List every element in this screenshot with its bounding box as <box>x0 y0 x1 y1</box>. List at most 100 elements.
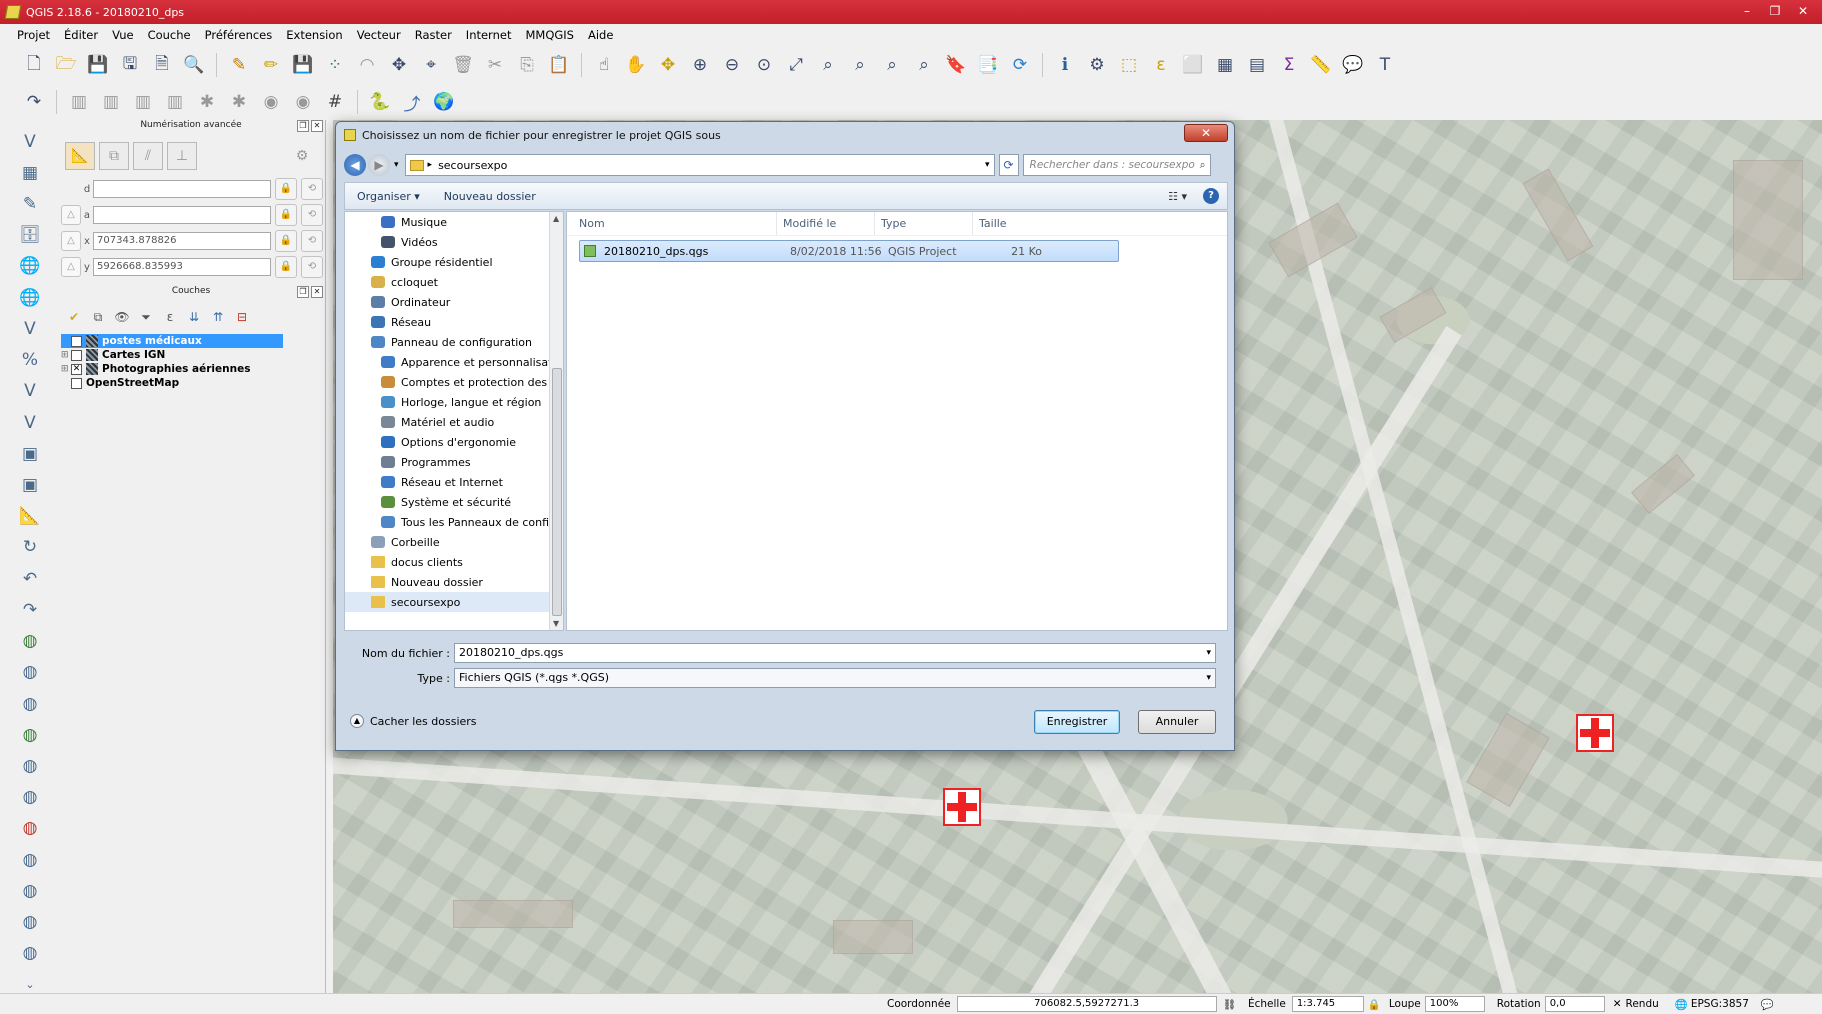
redo-icon[interactable]: ↷ <box>15 596 45 623</box>
attribute-table-icon[interactable]: ▦ <box>1212 52 1238 78</box>
digitize-tool-8-icon[interactable]: ◉ <box>290 89 316 115</box>
float-panel-button[interactable]: ❐ <box>297 120 309 132</box>
scale-field[interactable]: 1:3.745 <box>1291 996 1364 1012</box>
angle-relative-icon[interactable]: △ <box>61 205 81 225</box>
refresh-icon[interactable]: ⟳ <box>998 154 1019 176</box>
undo-icon[interactable]: ↶ <box>15 565 45 592</box>
parallel-icon[interactable]: ⫽ <box>133 142 163 170</box>
nav-item[interactable]: Musique <box>345 212 563 232</box>
file-row[interactable]: 20180210_dps.qgs 8/02/2018 11:56 QGIS Pr… <box>579 240 1119 262</box>
open-layer-styling-icon[interactable]: ✔ <box>65 308 83 326</box>
angle-repeat-icon[interactable]: ⟲ <box>301 204 323 226</box>
menu-vecteur[interactable]: Vecteur <box>350 28 408 42</box>
add-feature-icon[interactable]: ⁘ <box>322 52 348 78</box>
y-lock-icon[interactable]: 🔒 <box>275 256 297 278</box>
new-project-icon[interactable]: 🗋 <box>21 52 47 78</box>
python-console-icon[interactable]: 🐍 <box>367 89 393 115</box>
filter-legend-icon[interactable]: ⏷ <box>137 308 155 326</box>
distance-repeat-icon[interactable]: ⟲ <box>301 178 323 200</box>
simplify-icon[interactable]: ◍ <box>15 940 45 967</box>
undo-arrow-icon[interactable]: ↷ <box>21 89 47 115</box>
menu-couche[interactable]: Couche <box>141 28 198 42</box>
layer-checkbox[interactable] <box>71 349 82 361</box>
layer-openstreetmap[interactable]: OpenStreetMap <box>61 376 325 390</box>
magnifier-field[interactable]: 100% <box>1424 996 1485 1012</box>
maximize-button[interactable]: ❐ <box>1762 2 1788 20</box>
settings-icon[interactable]: ⚙ <box>287 142 317 170</box>
coordinate-toggle-icon[interactable]: ⛓ <box>1223 998 1236 1011</box>
globe-icon[interactable]: 🌍 <box>431 89 457 115</box>
col-type[interactable]: Type <box>875 212 973 235</box>
composer-manager-icon[interactable]: 🔍 <box>181 52 207 78</box>
measure-icon[interactable]: 📏 <box>1308 52 1334 78</box>
distance-lock-icon[interactable]: 🔒 <box>275 178 297 200</box>
history-dropdown-icon[interactable]: ▾ <box>394 160 399 170</box>
add-wms-layer-icon[interactable]: 🌐 <box>15 253 45 280</box>
col-name[interactable]: Nom <box>567 212 777 235</box>
layer-checkbox[interactable]: ✕ <box>71 335 82 347</box>
nav-item[interactable]: Ordinateur <box>345 292 563 312</box>
medical-post-marker[interactable] <box>943 788 981 826</box>
digitize-tool-5-icon[interactable]: ✱ <box>194 89 220 115</box>
messages-icon[interactable]: 💬 <box>1761 998 1774 1011</box>
rotate-feature-icon[interactable]: ↻ <box>15 534 45 561</box>
cut-features-icon[interactable]: ✂ <box>482 52 508 78</box>
close-layers-button[interactable]: ✕ <box>311 286 323 298</box>
expand-all-icon[interactable]: ⇊ <box>185 308 203 326</box>
add-ring-icon[interactable]: ◍ <box>15 628 45 655</box>
menu-vue[interactable]: Vue <box>105 28 140 42</box>
angle-input[interactable] <box>93 206 271 224</box>
filetype-select[interactable]: Fichiers QGIS (*.qgs *.QGS) ▾ <box>454 668 1216 688</box>
render-label[interactable]: Rendu <box>1626 998 1659 1010</box>
collapse-all-icon[interactable]: ⇈ <box>209 308 227 326</box>
select-by-expression-icon[interactable]: ε <box>1148 52 1174 78</box>
add-postgis-layer-icon[interactable]: ✎ <box>15 190 45 217</box>
deselect-all-icon[interactable]: ⬜ <box>1180 52 1206 78</box>
action-icon[interactable]: ⚙ <box>1084 52 1110 78</box>
float-layers-button[interactable]: ❐ <box>297 286 309 298</box>
nav-item[interactable]: ccloquet <box>345 272 563 292</box>
nav-item[interactable]: Matériel et audio <box>345 412 563 432</box>
nav-item[interactable]: Corbeille <box>345 532 563 552</box>
layer-cartes-ign[interactable]: ⊞ Cartes IGN <box>61 348 325 362</box>
menu-preferences[interactable]: Préférences <box>198 28 280 42</box>
advanced-digitize-icon[interactable]: 📐 <box>15 503 45 530</box>
digitize-tool-2-icon[interactable]: ▥ <box>98 89 124 115</box>
y-input[interactable]: 5926668.835993 <box>93 258 271 276</box>
grid-icon[interactable]: # <box>322 89 348 115</box>
address-bar[interactable]: ▸ secoursexpo ▾ <box>404 154 995 176</box>
distance-input[interactable] <box>93 180 271 198</box>
rotation-field[interactable]: 0,0 <box>1544 996 1605 1012</box>
manage-themes-icon[interactable]: 👁 <box>113 308 131 326</box>
save-as-icon[interactable]: 🖫 <box>117 52 143 78</box>
paste-features-icon[interactable]: 📋 <box>546 52 572 78</box>
search-input[interactable]: Rechercher dans : secoursexpo ⌕ <box>1022 154 1211 176</box>
toggle-editing-icon[interactable]: ✏ <box>258 52 284 78</box>
node-tool-icon[interactable]: ⌖ <box>418 52 444 78</box>
field-calculator-icon[interactable]: ▤ <box>1244 52 1270 78</box>
add-wcs-layer-icon[interactable]: 🌐 <box>15 284 45 311</box>
layer-postes-medicaux[interactable]: ✕ postes médicaux <box>61 334 283 348</box>
fill-ring-icon[interactable]: ◍ <box>15 690 45 717</box>
epsg-label[interactable]: EPSG:3857 <box>1691 998 1749 1010</box>
add-virtual-layer-icon[interactable]: V <box>15 378 45 405</box>
nav-item[interactable]: Apparence et personnalisation <box>345 352 563 372</box>
new-print-composer-icon[interactable]: 🗎 <box>149 52 175 78</box>
nav-item[interactable]: Tous les Panneaux de configur <box>345 512 563 532</box>
perpendicular-icon[interactable]: ⊥ <box>167 142 197 170</box>
close-panel-button[interactable]: ✕ <box>311 120 323 132</box>
menu-mmqgis[interactable]: MMQGIS <box>518 28 581 42</box>
copy-features-icon[interactable]: ⎘ <box>514 52 540 78</box>
nav-item[interactable]: Options d'ergonomie <box>345 432 563 452</box>
menu-internet[interactable]: Internet <box>459 28 519 42</box>
enable-advanced-digitizing-icon[interactable]: 📐 <box>65 142 95 170</box>
zoom-selection-icon[interactable]: ⌕ <box>815 52 841 78</box>
refresh-icon[interactable]: ⟳ <box>1007 52 1033 78</box>
search-icon[interactable]: ⌕ <box>1200 155 1206 175</box>
add-group-icon[interactable]: ⧉ <box>89 308 107 326</box>
new-gpx-icon[interactable]: ▣ <box>15 471 45 498</box>
select-features-icon[interactable]: ⬚ <box>1116 52 1142 78</box>
split-features-icon[interactable]: ◍ <box>15 846 45 873</box>
split-parts-icon[interactable]: ◍ <box>15 877 45 904</box>
nav-item[interactable]: Panneau de configuration <box>345 332 563 352</box>
